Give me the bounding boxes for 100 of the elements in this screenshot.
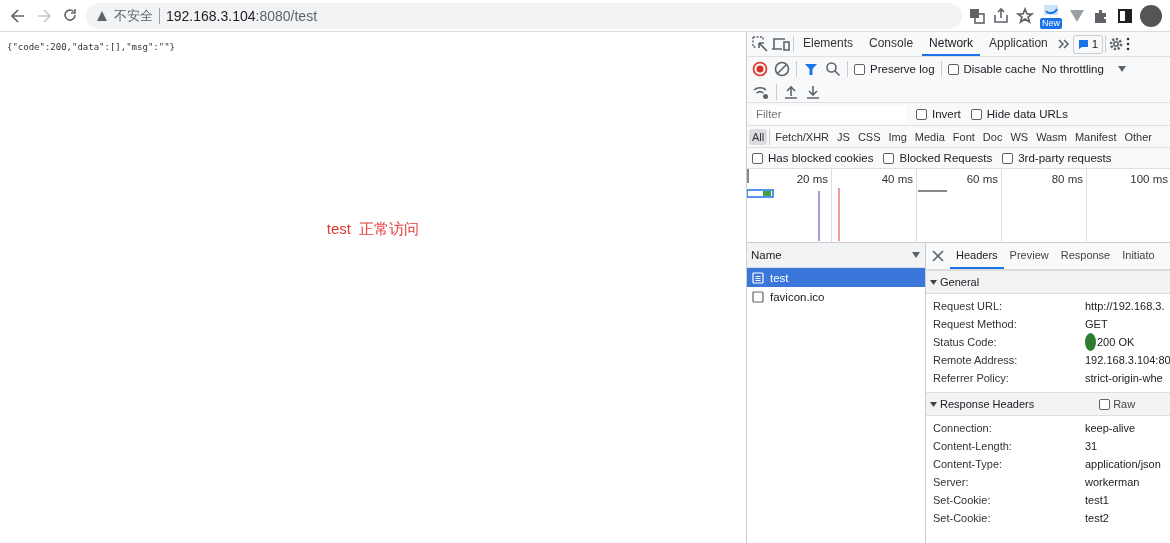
- inspect-icon[interactable]: [751, 35, 769, 53]
- header-name: Content-Length:: [933, 439, 1013, 454]
- checkbox[interactable]: [854, 63, 865, 75]
- header-name: Request Method:: [933, 317, 1018, 332]
- close-icon[interactable]: [932, 250, 944, 262]
- filter-icon[interactable]: [803, 61, 819, 77]
- header-value: 31: [1085, 439, 1098, 454]
- upload-icon[interactable]: [783, 83, 799, 100]
- type-filter[interactable]: Manifest: [1071, 128, 1120, 145]
- type-filter[interactable]: Fetch/XHR: [772, 128, 833, 145]
- dropdown-caret-icon[interactable]: [912, 252, 920, 258]
- settings-icon[interactable]: [1108, 36, 1125, 52]
- header-value: strict-origin-whe: [1085, 371, 1163, 386]
- section-title[interactable]: Response Headers: [940, 398, 1035, 410]
- time-tick-label: 80 ms: [1051, 173, 1083, 185]
- header-value: 200 OK: [1097, 335, 1135, 350]
- header-name: Request URL:: [933, 299, 1004, 314]
- checkbox-label: Invert: [932, 108, 961, 120]
- checkbox[interactable]: [883, 152, 895, 164]
- header-name: Status Code:: [933, 335, 998, 350]
- device-icon[interactable]: [771, 35, 791, 53]
- clear-icon[interactable]: [774, 61, 790, 77]
- section-title[interactable]: General: [940, 276, 980, 288]
- header-name: Set-Cookie:: [933, 511, 992, 526]
- address-bar[interactable]: 不安全 192.168.3.104:8080/test: [86, 2, 962, 29]
- throttling-dropdown[interactable]: No throttling: [1041, 63, 1126, 75]
- expand-triangle-icon[interactable]: [930, 278, 937, 286]
- header-name: Content-Type:: [933, 457, 1004, 472]
- panel-tab[interactable]: Elements: [796, 32, 861, 56]
- message-icon: [1077, 38, 1089, 50]
- panel-tab[interactable]: Console: [862, 32, 921, 56]
- filter-field[interactable]: Filter: [752, 105, 906, 123]
- header-value: test2: [1085, 511, 1109, 526]
- checkbox[interactable]: [1002, 152, 1014, 164]
- time-tick-label: 100 ms: [1130, 173, 1168, 185]
- checkbox[interactable]: [752, 152, 763, 164]
- status-dot-icon: [1085, 333, 1096, 351]
- type-filter[interactable]: JS: [834, 128, 853, 145]
- header-value: keep-alive: [1085, 421, 1136, 436]
- more-tabs-icon[interactable]: [1056, 37, 1071, 51]
- detail-tab[interactable]: Response: [1054, 243, 1117, 269]
- detail-tab[interactable]: Initiato: [1116, 243, 1161, 269]
- type-filter[interactable]: All: [749, 128, 768, 145]
- header-name: Connection:: [933, 421, 993, 436]
- header-value: http://192.168.3.: [1085, 299, 1165, 314]
- document-icon: [752, 271, 764, 284]
- header-value: workerman: [1085, 475, 1140, 490]
- checkbox-label: Raw: [1113, 398, 1136, 410]
- translate-icon[interactable]: [968, 6, 986, 25]
- detail-tab[interactable]: Preview: [1003, 243, 1055, 269]
- checkbox-label: Hide data URLs: [986, 108, 1068, 120]
- avatar[interactable]: [1140, 4, 1162, 27]
- time-tick-label: 60 ms: [966, 173, 998, 185]
- request-row[interactable]: favicon.ico: [747, 287, 925, 306]
- header-name: Set-Cookie:: [933, 493, 992, 508]
- issues-button[interactable]: 1: [1072, 34, 1104, 54]
- star-icon[interactable]: [1016, 6, 1034, 25]
- json-response-text: {"code":200,"data":[],"msg":""}: [7, 42, 175, 52]
- header-name: Server:: [933, 475, 970, 490]
- url-text: 192.168.3.104:8080/test: [166, 7, 318, 24]
- dropdown-caret-icon: [1117, 66, 1126, 72]
- header-name: Referrer Policy:: [933, 371, 1010, 386]
- checkbox-label: 3rd-party requests: [1018, 152, 1112, 164]
- checkbox-label: Disable cache: [963, 63, 1036, 75]
- type-filter[interactable]: Font: [949, 128, 978, 145]
- more-icon[interactable]: [1126, 37, 1131, 51]
- download-icon[interactable]: [805, 83, 821, 100]
- type-filter[interactable]: Doc: [979, 128, 1006, 145]
- header-value: 192.168.3.104:80: [1085, 353, 1170, 368]
- time-tick-label: 20 ms: [796, 173, 828, 185]
- checkbox-label: Blocked Requests: [899, 152, 993, 164]
- type-filter[interactable]: Wasm: [1033, 128, 1070, 145]
- search-icon[interactable]: [825, 61, 841, 77]
- checkbox[interactable]: [970, 108, 982, 120]
- blank-file-icon: [752, 290, 764, 303]
- security-label: 不安全: [114, 6, 153, 25]
- type-filter[interactable]: Media: [911, 128, 948, 145]
- page-message: test 正常访问: [326, 220, 420, 237]
- header-value: test1: [1085, 493, 1109, 508]
- checkbox[interactable]: [947, 63, 959, 75]
- header-name: Remote Address:: [933, 353, 1019, 368]
- share-icon[interactable]: [992, 6, 1010, 25]
- checkbox[interactable]: [1099, 398, 1111, 410]
- type-filter[interactable]: Other: [1121, 128, 1155, 145]
- type-filter[interactable]: Img: [885, 128, 910, 145]
- record-icon[interactable]: [752, 61, 768, 77]
- checkbox-label: Preserve log: [870, 63, 935, 75]
- expand-triangle-icon[interactable]: [930, 400, 937, 408]
- checkbox[interactable]: [916, 108, 927, 120]
- column-header[interactable]: Name: [751, 249, 782, 261]
- panel-tab[interactable]: Application: [982, 32, 1055, 56]
- type-filter[interactable]: WS: [1007, 128, 1032, 145]
- warning-icon: [96, 9, 108, 22]
- time-tick-label: 40 ms: [881, 173, 913, 185]
- header-value: application/json: [1085, 457, 1161, 472]
- checkbox-label: Has blocked cookies: [768, 152, 874, 164]
- request-row[interactable]: test: [747, 268, 925, 287]
- header-value: GET: [1085, 317, 1108, 332]
- side-panel-icon[interactable]: [1116, 6, 1134, 25]
- type-filter[interactable]: CSS: [854, 128, 884, 145]
